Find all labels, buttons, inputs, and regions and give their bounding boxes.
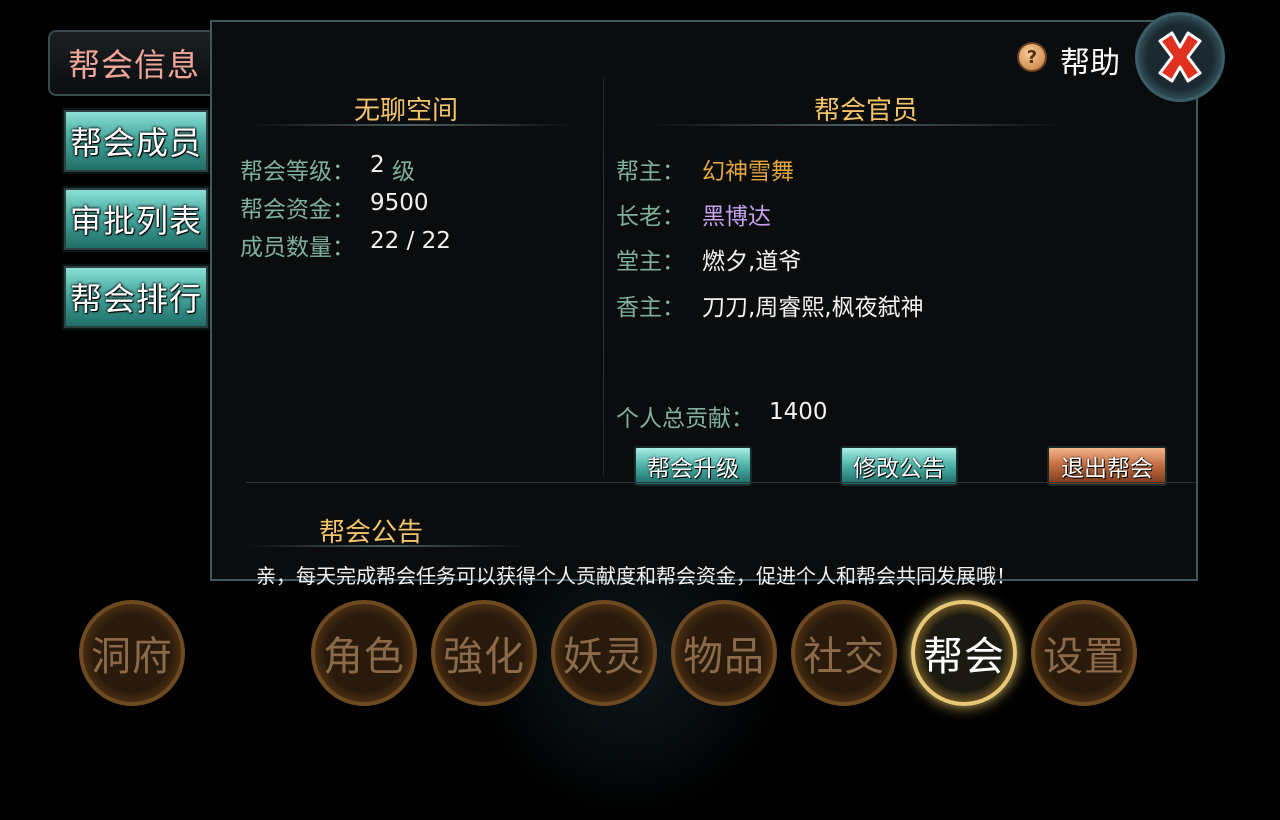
nav-character[interactable]: 角色 (311, 600, 417, 706)
leader-label: 帮主： (616, 159, 685, 185)
edit-notice-button[interactable]: 修改公告 (840, 446, 958, 486)
contribution-value: 1400 (769, 399, 828, 425)
guild-level-label: 帮会等级： (240, 159, 355, 185)
notice-title: 帮会公告 (318, 518, 423, 548)
close-button[interactable] (1135, 12, 1225, 102)
nav-settings[interactable]: 设置 (1031, 600, 1137, 706)
elder-label: 长老： (616, 204, 685, 230)
guild-name: 无聊空间 (353, 96, 458, 126)
question-icon[interactable]: ? (1017, 42, 1047, 72)
incense-master-names: 刀刀,周睿熙,枫夜弑神 (702, 295, 924, 321)
guild-level-unit: 级 (392, 159, 415, 185)
contribution-label: 个人总贡献： (616, 406, 754, 432)
nav-social[interactable]: 社交 (791, 600, 897, 706)
help-button[interactable]: 帮助 (1060, 38, 1120, 82)
officials-underline (646, 124, 1066, 126)
notice-text: 亲，每天完成帮会任务可以获得个人贡献度和帮会资金，促进个人和帮会共同发展哦！ (256, 564, 1016, 588)
guild-funds-label: 帮会资金： (240, 197, 355, 223)
column-divider (603, 78, 604, 476)
officials-title: 帮会官员 (813, 96, 918, 126)
tab-guild-info[interactable]: 帮会信息 (48, 30, 218, 96)
guild-level-value: 2 (370, 152, 385, 178)
guild-upgrade-button[interactable]: 帮会升级 (634, 446, 752, 486)
nav-guild[interactable]: 帮会 (911, 600, 1017, 706)
hall-master-names: 燃夕,道爷 (702, 249, 802, 275)
leave-guild-button[interactable]: 退出帮会 (1047, 446, 1167, 486)
close-x-icon (1158, 31, 1202, 83)
tab-approval-list[interactable]: 审批列表 (62, 186, 210, 252)
notice-divider (246, 482, 1196, 483)
tab-guild-ranking[interactable]: 帮会排行 (62, 264, 210, 330)
leader-name: 幻神雪舞 (702, 159, 794, 185)
guild-info-panel: 无聊空间 帮会等级： 2 级 帮会资金： 9500 成员数量： 22 / 22 … (210, 20, 1198, 588)
notice-underline (246, 545, 526, 547)
incense-master-label: 香主： (616, 295, 685, 321)
nav-spirit[interactable]: 妖灵 (551, 600, 657, 706)
tab-guild-members[interactable]: 帮会成员 (62, 108, 210, 174)
nav-enhance[interactable]: 強化 (431, 600, 537, 706)
hall-master-label: 堂主： (616, 249, 685, 275)
member-count-label: 成员数量： (240, 235, 355, 261)
nav-items[interactable]: 物品 (671, 600, 777, 706)
elder-name: 黑博达 (702, 204, 771, 230)
member-count-value: 22 / 22 (370, 228, 451, 254)
guild-funds-value: 9500 (370, 190, 429, 216)
nav-cave[interactable]: 洞府 (79, 600, 185, 706)
guild-name-underline (246, 124, 576, 126)
